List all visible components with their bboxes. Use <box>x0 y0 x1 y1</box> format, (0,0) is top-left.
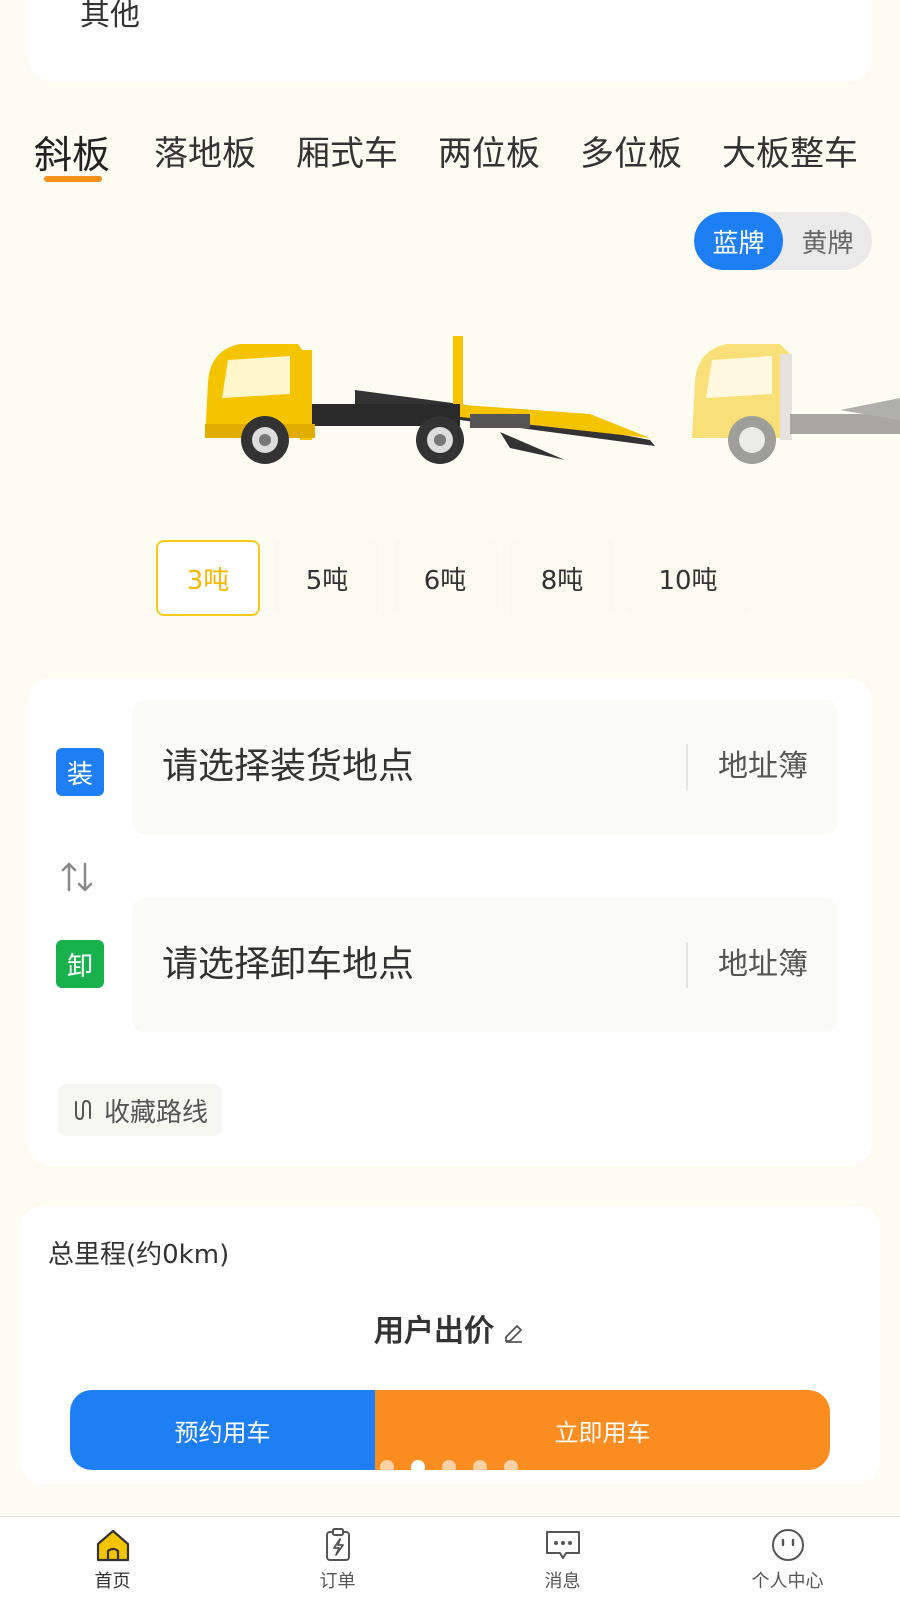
nav-messages[interactable]: 消息 <box>450 1517 675 1600</box>
tab-box-truck[interactable]: 厢式车 <box>296 126 398 175</box>
use-vehicle-now-button[interactable]: 立即用车 <box>375 1390 830 1470</box>
user-price-button[interactable]: 用户出价 <box>20 1306 880 1350</box>
divider <box>686 744 688 790</box>
unload-location-field[interactable]: 请选择卸车地点 地址簿 <box>132 898 838 1032</box>
favorite-route-label: 收藏路线 <box>104 1097 209 1128</box>
route-card: 装 请选择装货地点 地址簿 卸 请选择卸车地点 地址簿 收藏路线 <box>28 678 872 1166</box>
total-distance: 总里程(约0km) <box>48 1240 230 1270</box>
message-icon <box>545 1531 580 1559</box>
divider <box>686 942 688 988</box>
active-tab-indicator <box>44 176 102 182</box>
order-icon <box>325 1528 350 1561</box>
tab-multi-position-board[interactable]: 多位板 <box>580 126 682 175</box>
load-location-placeholder: 请选择装货地点 <box>162 746 415 787</box>
route-icon <box>75 1099 91 1121</box>
carousel-dot[interactable] <box>442 1460 456 1474</box>
nav-home-label: 首页 <box>94 1571 131 1592</box>
nav-messages-label: 消息 <box>544 1571 581 1592</box>
reserve-vehicle-button[interactable]: 预约用车 <box>70 1390 375 1470</box>
profile-icon <box>771 1529 804 1561</box>
tonnage-option-3[interactable]: 3吨 <box>156 540 260 616</box>
carousel-dot-active[interactable] <box>411 1460 425 1474</box>
tonnage-option-6[interactable]: 6吨 <box>393 540 497 616</box>
load-badge: 装 <box>56 748 104 796</box>
bottom-navigation: 首页 订单 消息 个人中心 <box>0 1516 900 1600</box>
tonnage-option-5[interactable]: 5吨 <box>275 540 379 616</box>
edit-icon <box>505 1324 522 1343</box>
tab-full-flatbed[interactable]: 大板整车 <box>722 126 858 175</box>
other-option[interactable]: 其他 <box>80 0 140 32</box>
home-icon <box>96 1529 129 1562</box>
load-address-book-button[interactable]: 地址簿 <box>718 700 808 834</box>
unload-address-book-button[interactable]: 地址簿 <box>718 898 808 1032</box>
vehicle-type-card: 其他 <box>28 0 872 82</box>
nav-orders-label: 订单 <box>319 1571 356 1592</box>
plate-toggle: 蓝牌 黄牌 <box>694 212 872 270</box>
tow-truck-image <box>205 336 900 464</box>
price-card: 总里程(约0km) 用户出价 预约用车 立即用车 <box>20 1206 880 1484</box>
tab-slant-board[interactable]: 斜板 <box>34 124 110 179</box>
blue-plate-option[interactable]: 蓝牌 <box>694 212 783 270</box>
tonnage-option-10[interactable]: 10吨 <box>628 540 748 616</box>
swap-icon[interactable] <box>60 856 94 898</box>
truck-carousel[interactable] <box>0 320 900 500</box>
tonnage-option-8[interactable]: 8吨 <box>510 540 614 616</box>
carousel-dot[interactable] <box>473 1460 487 1474</box>
load-location-field[interactable]: 请选择装货地点 地址簿 <box>132 700 838 834</box>
user-price-label: 用户出价 <box>374 1314 494 1349</box>
unload-location-placeholder: 请选择卸车地点 <box>162 944 415 985</box>
carousel-dot[interactable] <box>380 1460 394 1474</box>
vehicle-tabs: 斜板 落地板 厢式车 两位板 多位板 大板整车 <box>0 120 900 190</box>
yellow-plate-option[interactable]: 黄牌 <box>783 212 872 270</box>
carousel-dots <box>380 1460 535 1474</box>
favorite-route-button[interactable]: 收藏路线 <box>58 1084 223 1136</box>
nav-profile-label: 个人中心 <box>751 1571 824 1592</box>
booking-buttons: 预约用车 立即用车 <box>70 1390 830 1470</box>
carousel-dot[interactable] <box>504 1460 518 1474</box>
nav-home[interactable]: 首页 <box>0 1517 225 1600</box>
unload-badge: 卸 <box>56 940 104 988</box>
tab-floor-board[interactable]: 落地板 <box>154 126 256 175</box>
tab-two-position-board[interactable]: 两位板 <box>438 126 540 175</box>
nav-profile[interactable]: 个人中心 <box>675 1517 900 1600</box>
nav-orders[interactable]: 订单 <box>225 1517 450 1600</box>
